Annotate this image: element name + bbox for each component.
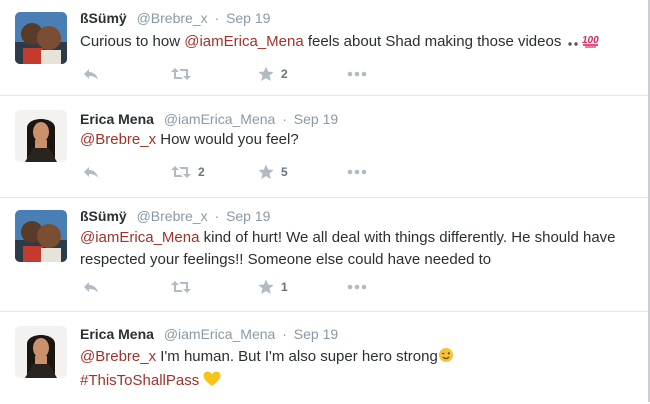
tweet[interactable]: Erica Mena @iamErica_Mena · Sep 19 @Breb… [0, 312, 648, 404]
timestamp[interactable]: Sep 19 [294, 326, 338, 342]
author-handle[interactable]: @iamErica_Mena [164, 326, 275, 342]
text-segment: feels about Shad making those videos [303, 33, 566, 50]
ellipsis-icon [347, 71, 367, 77]
text-segment: kind of hurt! We all deal with things di… [199, 229, 616, 246]
mention-link[interactable]: @Brebre_x [80, 348, 156, 365]
more-button[interactable] [347, 162, 367, 182]
text-segment: How would you feel? [156, 131, 299, 148]
author-name[interactable]: Erica Mena [80, 111, 154, 127]
text-segment: I'm human. But I'm also super hero stron… [156, 348, 438, 365]
separator: · [282, 326, 287, 342]
tweet-header: Erica Mena @iamErica_Mena · Sep 19 [80, 326, 338, 342]
author-name[interactable]: ßSümÿ [80, 10, 127, 26]
favorite-count: 2 [281, 67, 288, 81]
tweet-text: @Brebre_x How would you feel? [80, 129, 640, 151]
tweet[interactable]: Erica Mena @iamErica_Mena · Sep 19 @Breb… [0, 96, 648, 198]
reply-icon [84, 167, 98, 178]
favorite-button[interactable]: 5 [258, 162, 288, 182]
timestamp[interactable]: Sep 19 [294, 111, 338, 127]
star-icon [258, 66, 274, 81]
reply-button[interactable] [83, 277, 99, 297]
retweet-button[interactable] [171, 277, 198, 297]
separator: · [214, 10, 220, 26]
tweet-header: ßSümÿ @Brebre_x · Sep 19 [80, 10, 270, 26]
yellow-heart-emoji-icon [203, 371, 221, 394]
author-name[interactable]: Erica Mena [80, 326, 154, 342]
tweet-text: Curious to how @iamErica_Mena feels abou… [80, 31, 640, 55]
author-handle[interactable]: @iamErica_Mena [164, 111, 275, 127]
more-button[interactable] [347, 64, 367, 84]
timeline: ßSümÿ @Brebre_x · Sep 19 Curious to how … [0, 0, 650, 404]
reply-icon [84, 69, 98, 80]
retweet-button[interactable] [171, 64, 198, 84]
tweet[interactable]: ßSümÿ @Brebre_x · Sep 19 Curious to how … [0, 0, 648, 96]
reply-button[interactable] [83, 64, 99, 84]
hundred-points-emoji-icon: 100 [582, 32, 600, 55]
text-segment: respected your feelings!! Someone else c… [80, 251, 492, 268]
avatar[interactable] [15, 326, 67, 378]
tweet-actions: 2 [80, 64, 400, 84]
author-handle[interactable]: @Brebre_x [137, 10, 208, 26]
retweet-icon [171, 166, 191, 178]
timestamp[interactable]: Sep 19 [226, 10, 270, 26]
tweet-text: @iamErica_Mena kind of hurt! We all deal… [80, 227, 640, 271]
timestamp[interactable]: Sep 19 [226, 208, 270, 224]
reply-button[interactable] [83, 162, 99, 182]
hashtag-link[interactable]: #ThisToShallPass [80, 372, 199, 389]
favorite-count: 1 [281, 280, 288, 294]
star-icon [258, 279, 274, 294]
avatar[interactable] [15, 210, 67, 262]
tweet-actions: 1 [80, 277, 400, 297]
tweet[interactable]: ßSümÿ @Brebre_x · Sep 19 @iamErica_Mena … [0, 198, 648, 312]
favorite-count: 5 [281, 165, 288, 179]
mention-link[interactable]: @Brebre_x [80, 131, 156, 148]
text-segment: Curious to how [80, 33, 185, 50]
tweet-text: @Brebre_x I'm human. But I'm also super … [80, 346, 640, 394]
ellipsis-icon [347, 284, 367, 290]
reply-icon [84, 282, 98, 293]
eyes-emoji-icon [566, 33, 582, 55]
tweet-actions: 2 5 [80, 162, 400, 182]
avatar[interactable] [15, 110, 67, 162]
winking-face-emoji-icon [438, 347, 454, 370]
mention-link[interactable]: @iamErica_Mena [184, 33, 303, 50]
ellipsis-icon [347, 169, 367, 175]
retweet-count: 2 [198, 165, 205, 179]
retweet-button[interactable]: 2 [171, 162, 205, 182]
separator: · [282, 111, 287, 127]
tweet-header: ßSümÿ @Brebre_x · Sep 19 [80, 208, 270, 224]
author-name[interactable]: ßSümÿ [80, 208, 127, 224]
separator: · [214, 208, 220, 224]
favorite-button[interactable]: 2 [258, 64, 288, 84]
retweet-icon [171, 68, 191, 80]
retweet-icon [171, 281, 191, 293]
more-button[interactable] [347, 277, 367, 297]
author-handle[interactable]: @Brebre_x [137, 208, 208, 224]
tweet-header: Erica Mena @iamErica_Mena · Sep 19 [80, 111, 338, 127]
mention-link[interactable]: @iamErica_Mena [80, 229, 199, 246]
favorite-button[interactable]: 1 [258, 277, 288, 297]
avatar[interactable] [15, 12, 67, 64]
star-icon [258, 164, 274, 179]
